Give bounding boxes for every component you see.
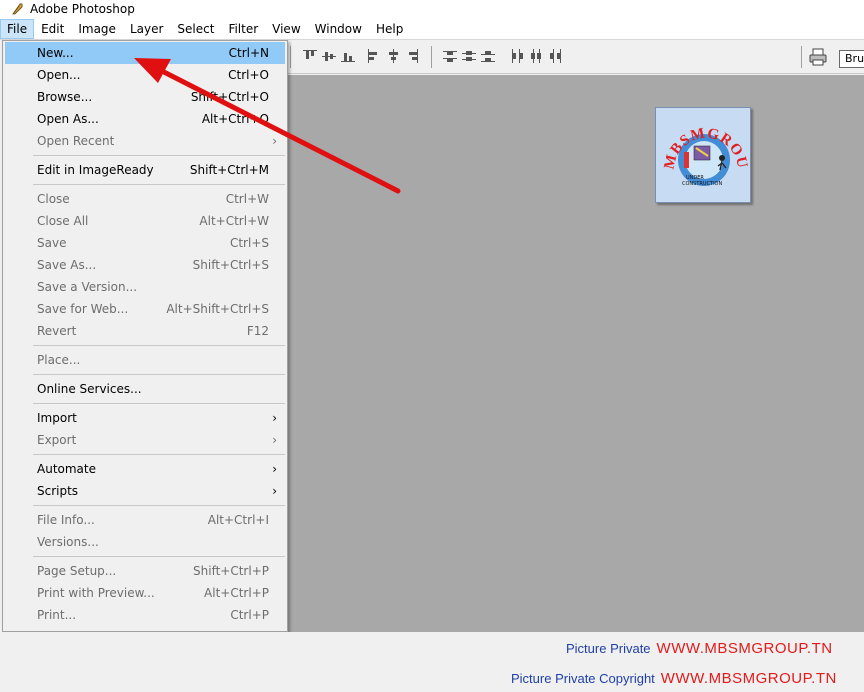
canvas-workspace[interactable]: MBSMGROUP UNDER CONSTRUCTION [287, 75, 864, 632]
distribute-v-group [443, 49, 495, 65]
menu-item-export[interactable]: Export › [5, 429, 285, 451]
logo-construction-text: CONSTRUCTION [682, 181, 722, 187]
menu-item-close[interactable]: Close Ctrl+W [5, 188, 285, 210]
align-h-group [367, 49, 419, 65]
menu-divider [33, 403, 285, 404]
footer-url-2: WWW.MBSMGROUP.TN [660, 670, 837, 687]
menu-item-edit-in-imageready[interactable]: Edit in ImageReady Shift+Ctrl+M [5, 159, 285, 181]
menu-item-print-with-preview[interactable]: Print with Preview... Alt+Ctrl+P [5, 582, 285, 604]
menu-item-place[interactable]: Place... [5, 349, 285, 371]
menu-item-online-services[interactable]: Online Services... [5, 378, 285, 400]
distribute-h-group [510, 49, 562, 65]
align-left-icon[interactable] [367, 49, 381, 63]
distribute-hcenter-icon[interactable] [529, 49, 543, 63]
footer-url-1: WWW.MBSMGROUP.TN [656, 640, 833, 657]
menu-divider [33, 184, 285, 185]
menu-item-versions[interactable]: Versions... [5, 531, 285, 553]
footer-label-2: Picture Private Copyright [511, 671, 655, 686]
mbsmgroup-logo: MBSMGROUP UNDER CONSTRUCTION [655, 107, 751, 203]
menu-item-import[interactable]: Import › [5, 407, 285, 429]
menu-image[interactable]: Image [71, 19, 123, 39]
submenu-arrow-icon: › [272, 411, 277, 425]
menu-bar: File Edit Image Layer Select Filter View… [0, 18, 864, 40]
menu-edit[interactable]: Edit [34, 19, 71, 39]
distribute-bottom-icon[interactable] [481, 49, 495, 63]
menu-item-save-as[interactable]: Save As... Shift+Ctrl+S [5, 254, 285, 276]
toolbar-separator [801, 46, 802, 68]
menu-item-revert[interactable]: Revert F12 [5, 320, 285, 342]
footer-label-1: Picture Private [566, 641, 651, 656]
menu-help[interactable]: Help [369, 19, 410, 39]
options-bar: Brushes [287, 41, 864, 74]
toolbar-separator [290, 46, 291, 68]
menu-divider [33, 556, 285, 557]
menu-item-browse[interactable]: Browse... Shift+Ctrl+O [5, 86, 285, 108]
align-top-icon[interactable] [303, 49, 317, 63]
title-bar: Adobe Photoshop [0, 0, 864, 18]
footer-line-2: Picture Private Copyright WWW.MBSMGROUP.T… [511, 670, 837, 687]
menu-divider [33, 345, 285, 346]
align-bottom-icon[interactable] [341, 49, 355, 63]
menu-divider [33, 454, 285, 455]
file-menu-dropdown: New... Ctrl+N Open... Ctrl+O Browse... Shif… [2, 40, 288, 632]
menu-item-print[interactable]: Print... Ctrl+P [5, 604, 285, 626]
menu-item-new[interactable]: New... Ctrl+N [5, 42, 285, 64]
menu-filter[interactable]: Filter [221, 19, 265, 39]
window-title: Adobe Photoshop [30, 2, 135, 16]
menu-file[interactable]: File [0, 18, 35, 39]
printer-icon[interactable] [808, 47, 828, 67]
menu-divider [33, 155, 285, 156]
menu-item-save[interactable]: Save Ctrl+S [5, 232, 285, 254]
menu-item-open[interactable]: Open... Ctrl+O [5, 64, 285, 86]
menu-item-scripts[interactable]: Scripts › [5, 480, 285, 502]
footer-watermark: Picture Private WWW.MBSMGROUP.TN Picture … [0, 632, 864, 692]
menu-item-close-all[interactable]: Close All Alt+Ctrl+W [5, 210, 285, 232]
brushes-palette-button[interactable]: Brushes [839, 50, 864, 68]
align-right-icon[interactable] [405, 49, 419, 63]
menu-select[interactable]: Select [170, 19, 221, 39]
align-hcenter-icon[interactable] [386, 49, 400, 63]
distribute-top-icon[interactable] [443, 49, 457, 63]
distribute-left-icon[interactable] [510, 49, 524, 63]
menu-item-save-a-version[interactable]: Save a Version... [5, 276, 285, 298]
photoshop-feather-icon [11, 2, 25, 16]
menu-item-open-recent[interactable]: Open Recent › [5, 130, 285, 152]
menu-window[interactable]: Window [308, 19, 369, 39]
submenu-arrow-icon: › [272, 134, 277, 148]
align-group [303, 49, 355, 65]
menu-layer[interactable]: Layer [123, 19, 170, 39]
distribute-right-icon[interactable] [548, 49, 562, 63]
submenu-arrow-icon: › [272, 484, 277, 498]
menu-item-page-setup[interactable]: Page Setup... Shift+Ctrl+P [5, 560, 285, 582]
submenu-arrow-icon: › [272, 462, 277, 476]
submenu-arrow-icon: › [272, 433, 277, 447]
menu-divider [33, 374, 285, 375]
menu-item-save-for-web[interactable]: Save for Web... Alt+Shift+Ctrl+S [5, 298, 285, 320]
menu-item-file-info[interactable]: File Info... Alt+Ctrl+I [5, 509, 285, 531]
menu-view[interactable]: View [265, 19, 307, 39]
align-vcenter-icon[interactable] [322, 49, 336, 63]
menu-item-automate[interactable]: Automate › [5, 458, 285, 480]
toolbar-separator [431, 46, 432, 68]
menu-item-open-as[interactable]: Open As... Alt+Ctrl+O [5, 108, 285, 130]
menu-divider [33, 505, 285, 506]
footer-line-1: Picture Private WWW.MBSMGROUP.TN [566, 640, 833, 657]
distribute-vcenter-icon[interactable] [462, 49, 476, 63]
